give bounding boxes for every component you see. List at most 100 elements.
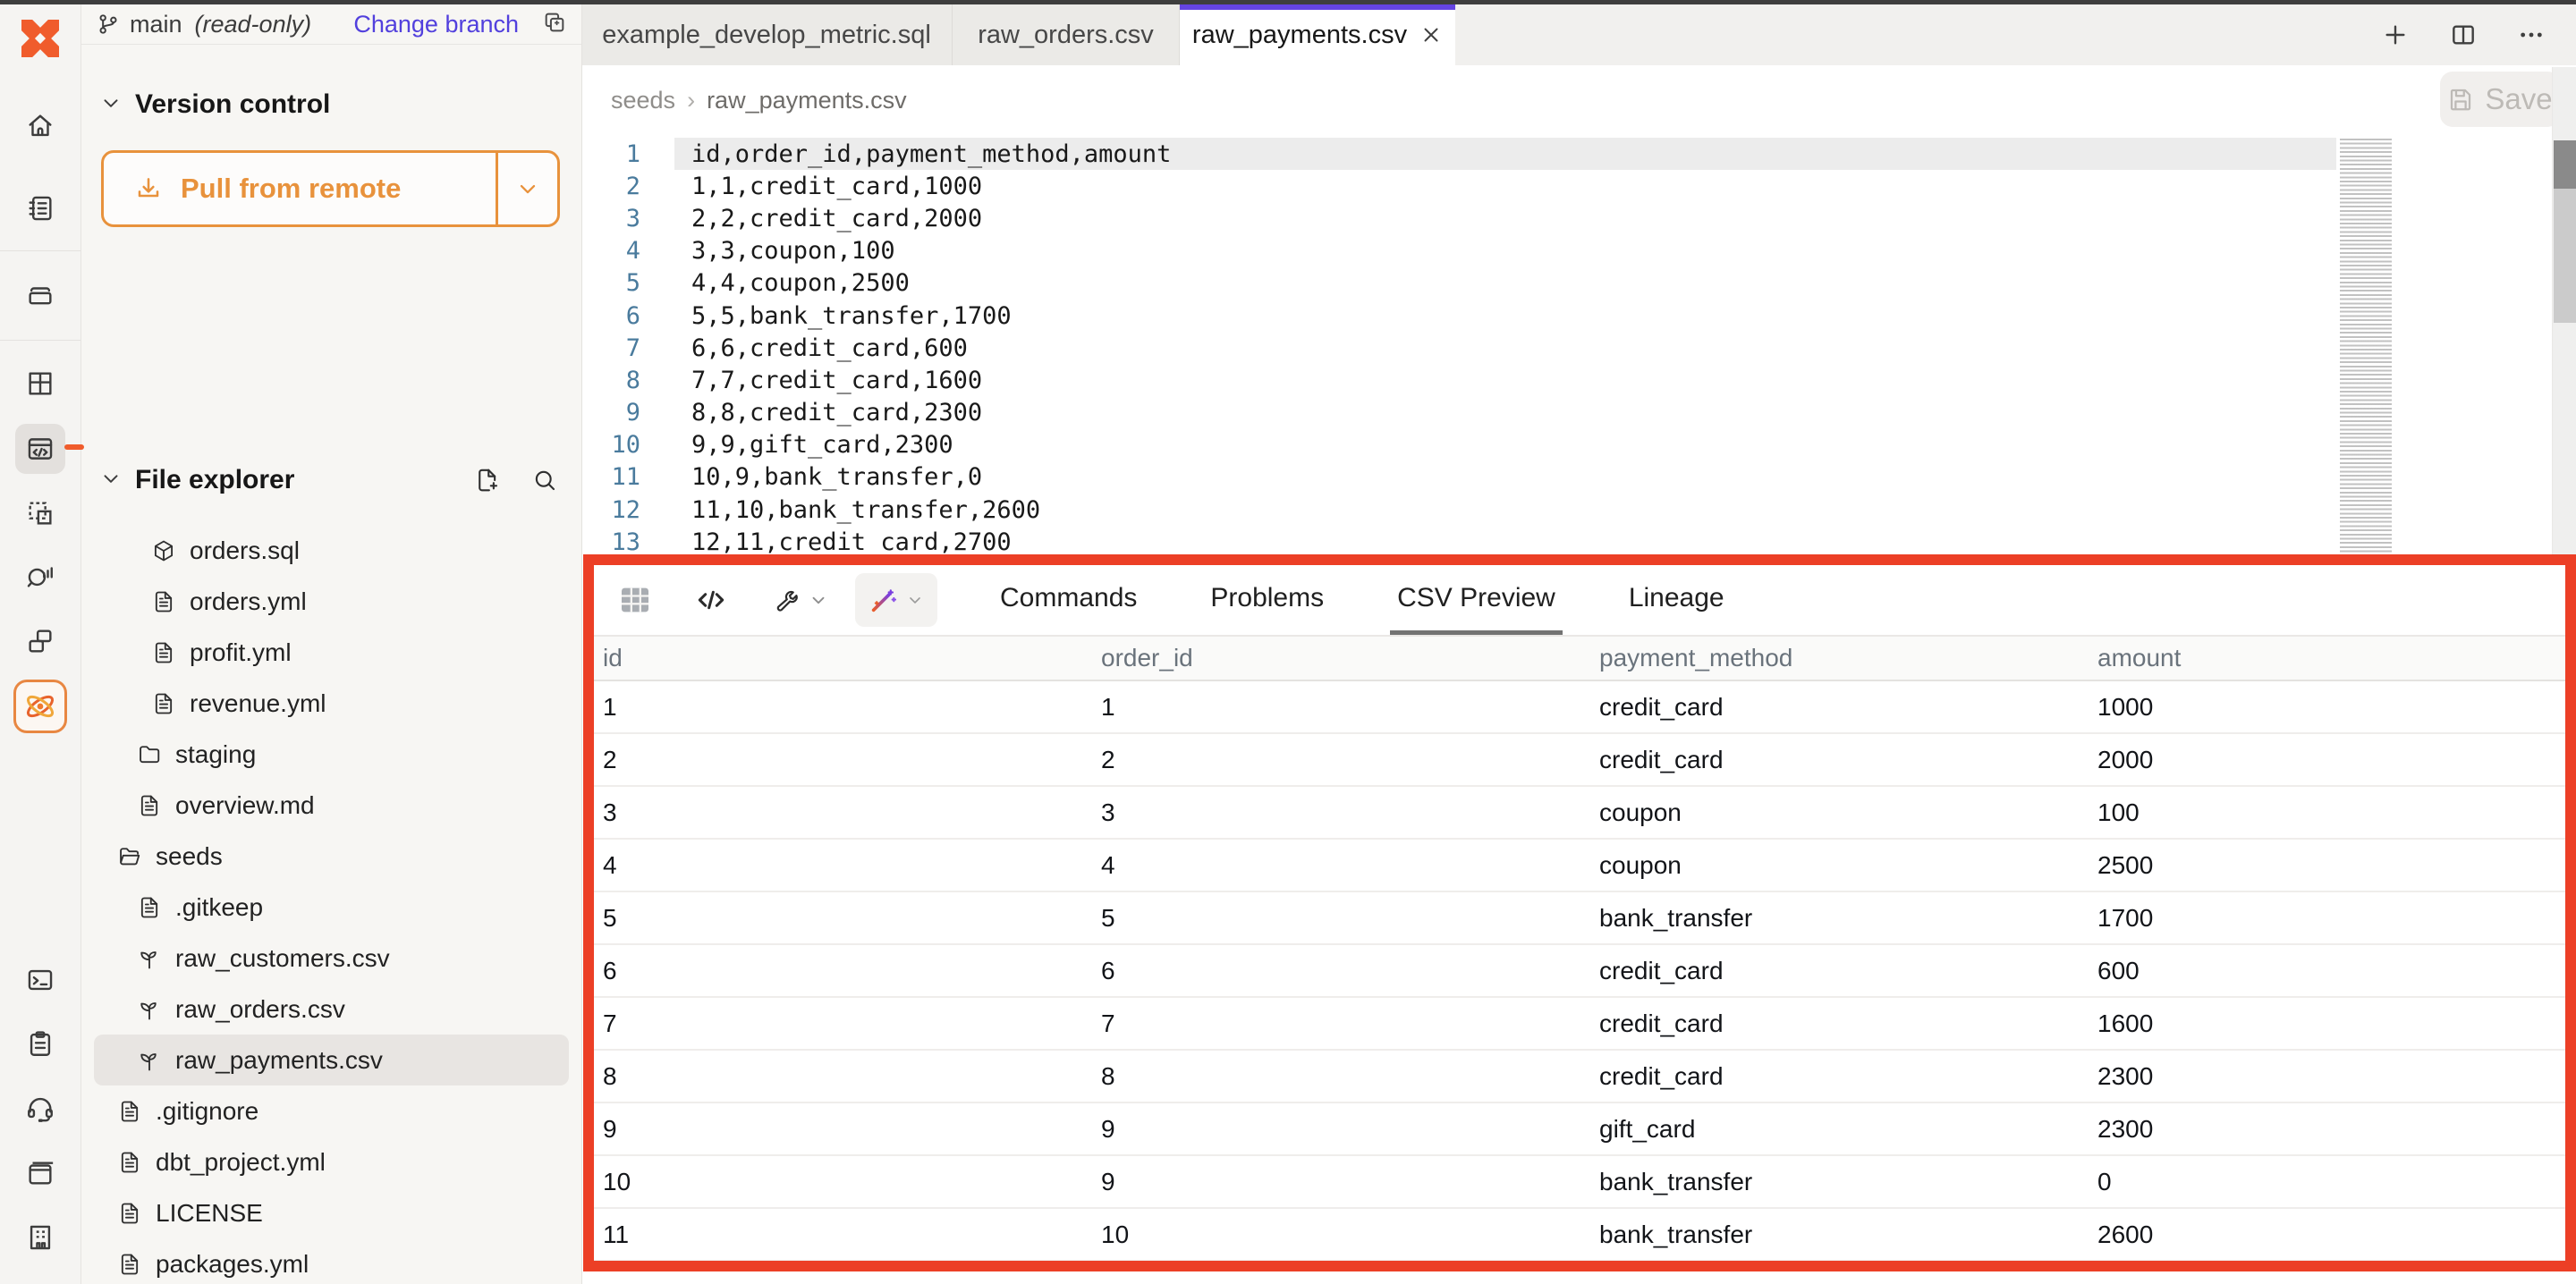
- building-icon[interactable]: [25, 1222, 55, 1253]
- file-tree-item[interactable]: raw_customers.csv: [94, 933, 569, 984]
- pull-main[interactable]: Pull from remote: [104, 153, 496, 224]
- breadcrumb-separator: ›: [687, 87, 695, 114]
- table-row: 11 10 bank_transfer 2600: [594, 1209, 2565, 1261]
- new-file-icon[interactable]: [474, 467, 501, 494]
- notebook-icon[interactable]: [25, 193, 55, 224]
- more-options-icon[interactable]: [2517, 21, 2546, 49]
- bottom-panel-tab[interactable]: CSV Preview: [1390, 565, 1563, 635]
- file-name: seeds: [156, 842, 223, 871]
- cell-order-id: 9: [1092, 1115, 1590, 1144]
- git-branch-icon: [96, 12, 121, 37]
- new-tab-icon[interactable]: [2381, 21, 2410, 49]
- file-tree-item[interactable]: raw_orders.csv: [94, 984, 569, 1035]
- bottom-panel-tab-label: CSV Preview: [1397, 583, 1555, 613]
- wrench-icon[interactable]: [769, 584, 828, 616]
- cell-amount: 100: [2089, 798, 2565, 827]
- line-number: 4: [581, 237, 640, 265]
- editor-tab[interactable]: raw_orders.csv: [953, 4, 1180, 65]
- line-text: 12,11,credit_card,2700: [691, 528, 1012, 556]
- terminal-icon[interactable]: [25, 965, 55, 995]
- bottom-panel-toolbar: Commands Problems CSV Preview Lineage: [594, 565, 2565, 637]
- windows-icon[interactable]: [25, 626, 55, 656]
- cell-id: 6: [594, 957, 1092, 985]
- file-tree-item[interactable]: staging: [94, 729, 569, 780]
- table-row: 5 5 bank_transfer 1700: [594, 892, 2565, 945]
- version-control-header[interactable]: Version control: [99, 89, 581, 120]
- split-view-icon[interactable]: [2449, 21, 2478, 49]
- csv-column-header: order_id: [1092, 644, 1590, 672]
- line-number: 3: [581, 205, 640, 232]
- window-top-strip: [0, 0, 2576, 4]
- cell-order-id: 3: [1092, 798, 1590, 827]
- code-icon[interactable]: [694, 583, 728, 617]
- table-grid-icon[interactable]: [617, 582, 653, 618]
- cell-id: 5: [594, 904, 1092, 933]
- change-branch-link[interactable]: Change branch: [353, 11, 519, 38]
- atom-icon[interactable]: [13, 680, 67, 733]
- file-tree-item[interactable]: .gitkeep: [94, 882, 569, 933]
- file-tree-item[interactable]: profit.yml: [94, 627, 569, 678]
- file-tree-item[interactable]: seeds: [94, 831, 569, 882]
- magic-wand-button[interactable]: [855, 573, 937, 627]
- file-name: .gitkeep: [175, 893, 263, 922]
- headset-icon[interactable]: [25, 1093, 55, 1123]
- archive-icon[interactable]: [25, 280, 55, 310]
- code-editor[interactable]: 1 id,order_id,payment_method,amount 2 1,…: [581, 138, 2336, 558]
- clipboard-icon[interactable]: [25, 1028, 55, 1059]
- minimap[interactable]: [2340, 139, 2392, 557]
- file-tree-item[interactable]: .gitignore: [94, 1085, 569, 1136]
- line-number: 7: [581, 334, 640, 362]
- csv-preview-header-row: id order_id payment_method amount: [594, 637, 2565, 681]
- cell-payment-method: credit_card: [1590, 957, 2089, 985]
- close-icon[interactable]: [1419, 23, 1443, 46]
- cell-order-id: 5: [1092, 904, 1590, 933]
- code-line: 3 2,2,credit_card,2000: [581, 202, 2336, 234]
- cell-id: 9: [594, 1115, 1092, 1144]
- dashboard-icon[interactable]: [25, 368, 55, 399]
- file-tree: orders.sql orders.yml: [81, 525, 581, 1284]
- file-tree-item[interactable]: overview.md: [94, 780, 569, 831]
- cell-order-id: 10: [1092, 1221, 1590, 1249]
- file-type-icon: [117, 1150, 142, 1175]
- file-name: staging: [175, 740, 256, 769]
- cell-amount: 1700: [2089, 904, 2565, 933]
- file-name: dbt_project.yml: [156, 1148, 326, 1177]
- file-explorer-header[interactable]: File explorer: [81, 452, 581, 509]
- cell-amount: 2000: [2089, 746, 2565, 774]
- bottom-panel-tab[interactable]: Problems: [1203, 565, 1331, 635]
- bottom-panel-tab[interactable]: Commands: [993, 565, 1144, 635]
- file-tree-item[interactable]: orders.yml: [94, 576, 569, 627]
- file-tree-item[interactable]: orders.sql: [94, 525, 569, 576]
- file-tree-item[interactable]: revenue.yml: [94, 678, 569, 729]
- line-number: 5: [581, 269, 640, 297]
- save-button[interactable]: Save: [2440, 72, 2560, 127]
- file-name: overview.md: [175, 791, 315, 820]
- sidebar: main (read-only) Change branch Version c…: [81, 4, 582, 1284]
- search-icon[interactable]: [531, 467, 558, 494]
- code-editor-icon-active[interactable]: [15, 424, 65, 474]
- line-text: 4,4,coupon,2500: [691, 269, 910, 297]
- line-text: 10,9,bank_transfer,0: [691, 463, 982, 491]
- copy-icon[interactable]: [542, 10, 567, 39]
- bottom-panel-tab[interactable]: Lineage: [1622, 565, 1732, 635]
- editor-tab[interactable]: example_develop_metric.sql: [581, 4, 953, 65]
- pull-from-remote-button[interactable]: Pull from remote: [101, 150, 560, 227]
- query-search-icon[interactable]: [25, 561, 55, 591]
- file-name: revenue.yml: [190, 689, 326, 718]
- browser-icon[interactable]: [25, 1158, 55, 1188]
- scrollbar-thumb[interactable]: [2554, 140, 2576, 189]
- file-tree-item[interactable]: packages.yml: [94, 1238, 569, 1284]
- selection-icon[interactable]: [25, 498, 55, 528]
- pull-dropdown-button[interactable]: [496, 153, 557, 224]
- editor-tab-label: raw_orders.csv: [978, 21, 1154, 50]
- editor-tab[interactable]: raw_payments.csv: [1180, 4, 1455, 65]
- magic-wand-icon: [869, 585, 899, 615]
- file-tree-item[interactable]: dbt_project.yml: [94, 1136, 569, 1187]
- breadcrumb-dir[interactable]: seeds: [611, 87, 675, 114]
- table-row: 6 6 credit_card 600: [594, 945, 2565, 998]
- chevron-down-icon: [809, 590, 828, 610]
- file-tree-item[interactable]: raw_payments.csv: [94, 1035, 569, 1085]
- home-icon[interactable]: [25, 111, 55, 141]
- table-row: 3 3 coupon 100: [594, 787, 2565, 840]
- file-tree-item[interactable]: LICENSE: [94, 1187, 569, 1238]
